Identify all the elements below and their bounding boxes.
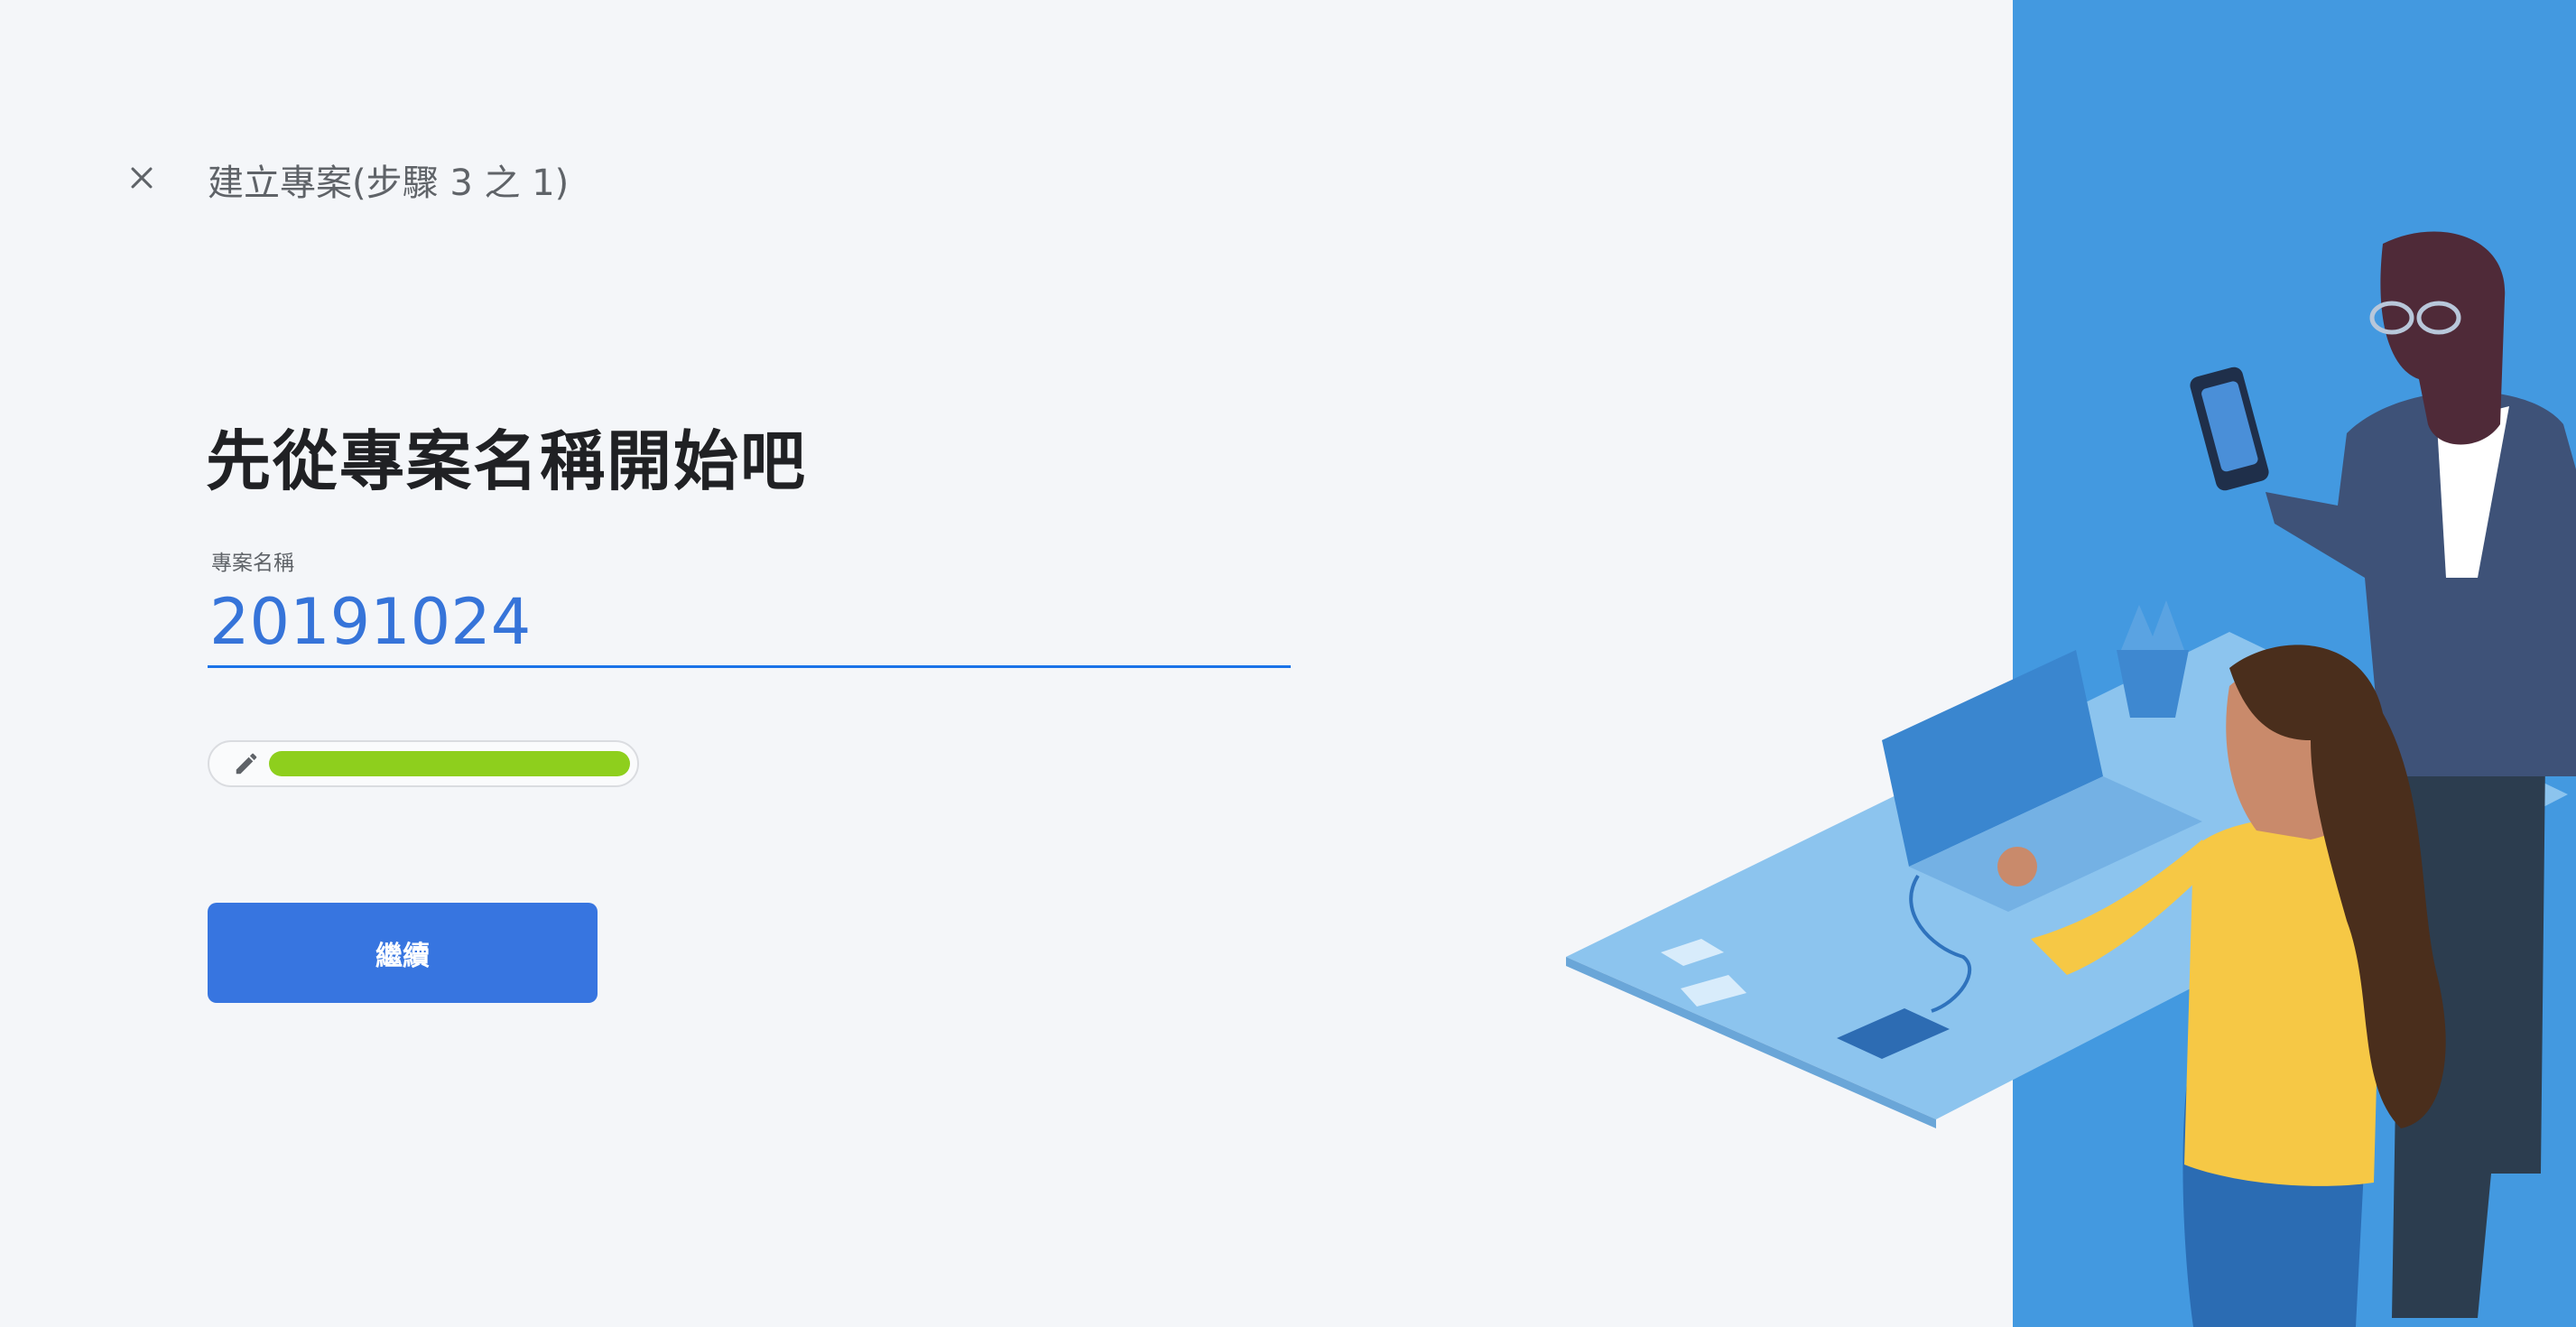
close-icon <box>131 167 153 189</box>
continue-button[interactable]: 繼續 <box>208 903 598 1003</box>
close-button[interactable] <box>119 155 164 200</box>
pencil-icon <box>233 750 260 777</box>
project-name-input[interactable] <box>208 578 1291 668</box>
project-name-label: 專案名稱 <box>211 552 294 575</box>
project-id-highlight <box>269 751 630 776</box>
step-title: 建立專案(步驟 3 之 1) <box>208 162 570 204</box>
project-id-chip[interactable] <box>208 740 639 787</box>
page-headline: 先從專案名稱開始吧 <box>206 423 808 499</box>
woman-hand <box>1997 847 2037 886</box>
people-at-desk-illustration <box>1566 231 2576 1327</box>
plant-leaves <box>2121 600 2184 650</box>
